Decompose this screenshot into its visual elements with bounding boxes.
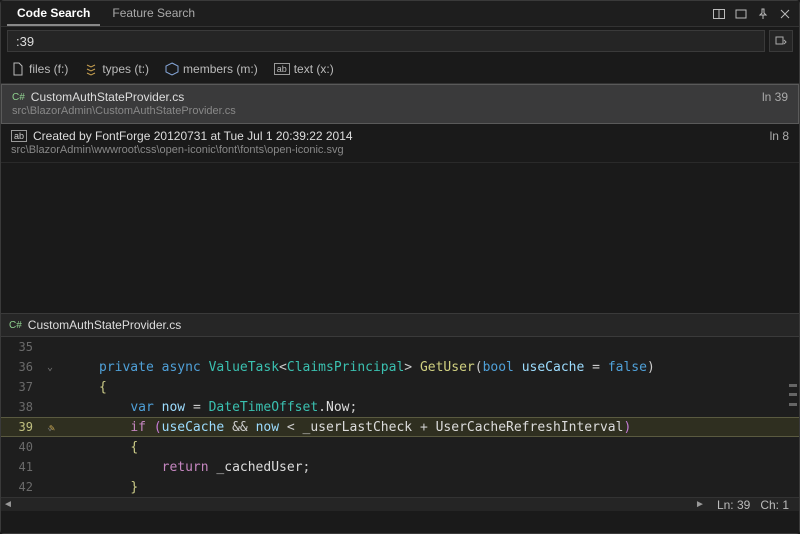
code-text: if (useCache && now < _userLastCheck + U… <box>99 420 799 435</box>
result-path: src\BlazorAdmin\wwwroot\css\open-iconic\… <box>11 144 789 156</box>
code-line[interactable]: 36⌄ private async ValueTask<ClaimsPrincip… <box>1 357 799 377</box>
status-line: Ln: 39 <box>717 498 750 512</box>
scroll-left-icon[interactable]: ◄ <box>1 499 15 510</box>
tab-code-search[interactable]: Code Search <box>7 2 100 26</box>
result-line-info: ln 8 <box>770 129 789 143</box>
text-icon: ab <box>274 63 290 75</box>
window-close-icon[interactable] <box>777 6 793 22</box>
csharp-icon: C# <box>9 320 22 331</box>
filter-files-label: files (f:) <box>29 62 68 76</box>
types-icon <box>84 62 98 76</box>
code-text: var now = DateTimeOffset.Now; <box>99 400 799 415</box>
code-line[interactable]: 35 <box>1 337 799 357</box>
tab-feature-search[interactable]: Feature Search <box>102 2 205 26</box>
line-number: 39✎ <box>1 420 41 434</box>
code-text: return _cachedUser; <box>99 460 799 475</box>
text-file-icon: ab <box>11 130 27 142</box>
result-item[interactable]: C# CustomAuthStateProvider.cs ln 39 src\… <box>1 84 799 124</box>
result-title: Created by FontForge 20120731 at Tue Jul… <box>33 129 353 143</box>
line-number: 40 <box>1 440 41 454</box>
window-pin-icon[interactable] <box>755 6 771 22</box>
file-icon <box>11 62 25 76</box>
line-number: 38 <box>1 400 41 414</box>
filter-text[interactable]: ab text (x:) <box>274 62 334 76</box>
titlebar: Code Search Feature Search <box>1 1 799 27</box>
code-text: { <box>99 380 799 395</box>
status-char: Ch: 1 <box>760 498 789 512</box>
line-number: 35 <box>1 340 41 354</box>
window-maximize-icon[interactable] <box>733 6 749 22</box>
code-line[interactable]: 42 } <box>1 477 799 497</box>
overview-ruler[interactable] <box>787 337 797 493</box>
code-text: private async ValueTask<ClaimsPrincipal>… <box>99 360 799 375</box>
line-number: 37 <box>1 380 41 394</box>
code-line[interactable]: 40 { <box>1 437 799 457</box>
result-item[interactable]: ab Created by FontForge 20120731 at Tue … <box>1 124 799 163</box>
scroll-track[interactable] <box>15 500 693 510</box>
filter-members-label: members (m:) <box>183 62 258 76</box>
line-number: 42 <box>1 480 41 494</box>
filter-row: files (f:) types (t:) members (m:) ab te… <box>1 55 799 83</box>
fold-toggle[interactable]: ⌄ <box>41 362 59 373</box>
preview-filename: CustomAuthStateProvider.cs <box>28 318 181 332</box>
scroll-right-icon[interactable]: ► <box>693 499 707 510</box>
status-bar <box>1 525 799 533</box>
line-number: 41 <box>1 460 41 474</box>
horizontal-scrollbar[interactable]: ◄ ► Ln: 39 Ch: 1 <box>1 497 799 511</box>
line-number: 36 <box>1 360 41 374</box>
code-text: { <box>99 440 799 455</box>
csharp-icon: C# <box>12 92 25 103</box>
results-list: C# CustomAuthStateProvider.cs ln 39 src\… <box>1 83 799 163</box>
members-icon <box>165 62 179 76</box>
preview-header: C# CustomAuthStateProvider.cs <box>1 313 799 337</box>
filter-files[interactable]: files (f:) <box>11 62 68 76</box>
code-text: } <box>99 480 799 495</box>
edit-indicator-icon: ✎ <box>49 423 55 434</box>
code-line[interactable]: 38 var now = DateTimeOffset.Now; <box>1 397 799 417</box>
filter-types-label: types (t:) <box>102 62 149 76</box>
result-title: CustomAuthStateProvider.cs <box>31 90 184 104</box>
code-line[interactable]: 41 return _cachedUser; <box>1 457 799 477</box>
result-path: src\BlazorAdmin\CustomAuthStateProvider.… <box>12 105 788 117</box>
search-options-dropdown[interactable] <box>769 30 793 52</box>
result-line-info: ln 39 <box>762 90 788 104</box>
code-line[interactable]: 37 { <box>1 377 799 397</box>
window-layout-icon[interactable] <box>711 6 727 22</box>
code-line[interactable]: 39✎⌄ if (useCache && now < _userLastChec… <box>1 417 799 437</box>
filter-types[interactable]: types (t:) <box>84 62 149 76</box>
filter-members[interactable]: members (m:) <box>165 62 258 76</box>
search-row <box>1 27 799 55</box>
filter-text-label: text (x:) <box>294 62 334 76</box>
search-input[interactable] <box>7 30 765 52</box>
code-preview[interactable]: 35 36⌄ private async ValueTask<ClaimsPrinc… <box>1 337 799 511</box>
